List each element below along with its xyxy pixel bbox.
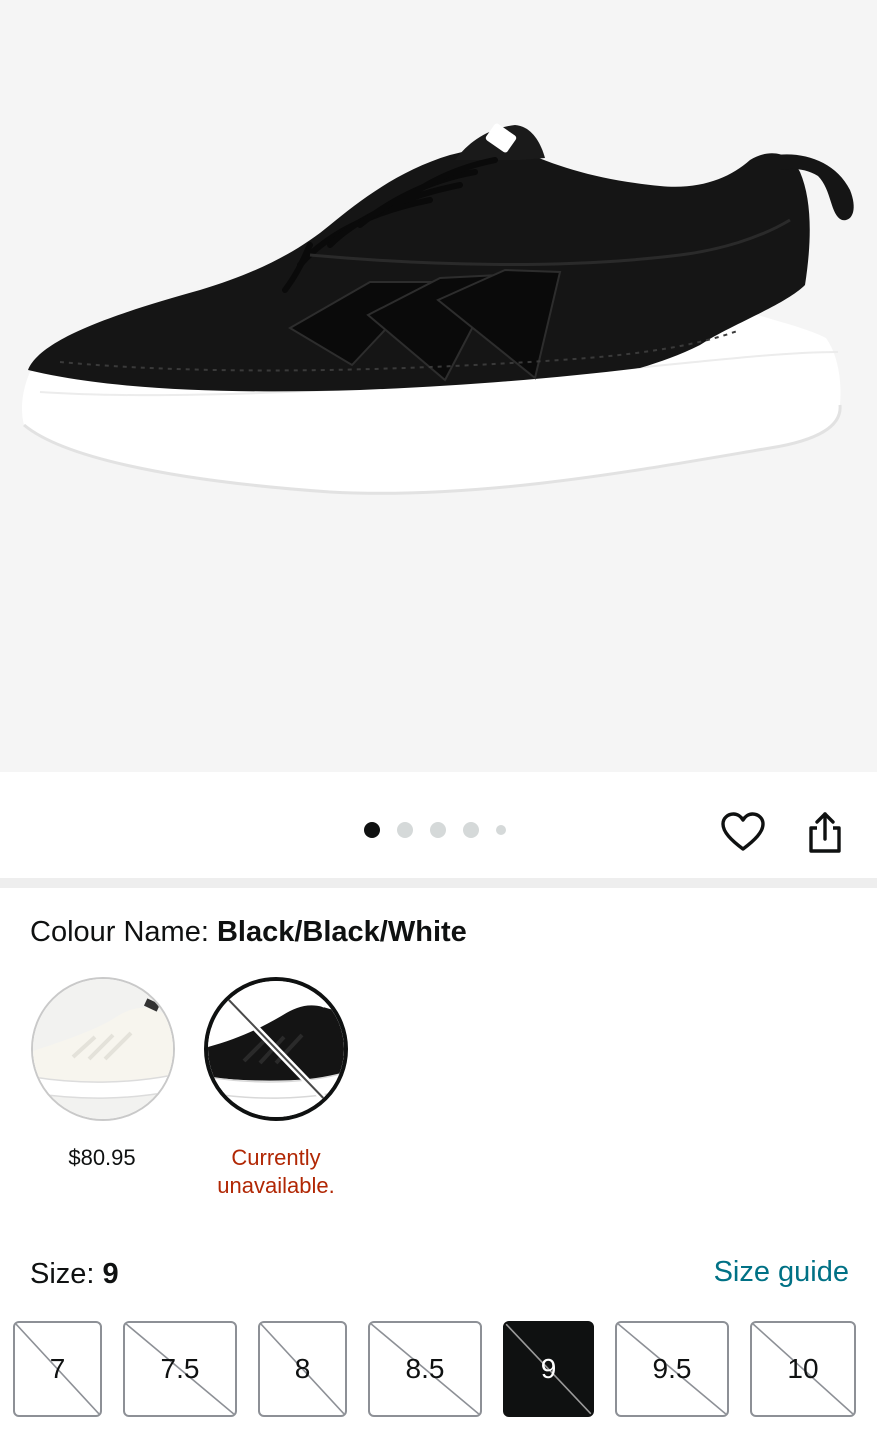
size-option-9-5[interactable]: 9.5 xyxy=(615,1321,729,1417)
colour-swatch-black[interactable] xyxy=(204,977,348,1121)
size-option-7-5[interactable]: 7.5 xyxy=(123,1321,237,1417)
size-guide-link[interactable]: Size guide xyxy=(714,1253,849,1291)
white-shoe-thumbnail xyxy=(33,979,173,1119)
size-option-label: 10 xyxy=(787,1353,819,1384)
pagination-dot[interactable] xyxy=(397,822,413,838)
swatch-unavailable-label: Currently unavailable. xyxy=(217,1145,335,1198)
size-option-label: 9.5 xyxy=(652,1353,692,1384)
size-option-label: 8.5 xyxy=(405,1353,445,1384)
share-icon xyxy=(809,812,841,853)
size-option-8[interactable]: 8 xyxy=(258,1321,347,1417)
size-option-7[interactable]: 7 xyxy=(13,1321,102,1417)
size-option-10[interactable]: 10 xyxy=(750,1321,856,1417)
pagination-dot[interactable] xyxy=(430,822,446,838)
pagination-dot-active[interactable] xyxy=(364,822,380,838)
size-options: 7 7.5 8 8.5 9 9.5 10 xyxy=(13,1321,856,1417)
colour-swatch-white[interactable] xyxy=(31,977,175,1121)
colour-name: Colour Name: Black/Black/White xyxy=(30,913,467,951)
black-shoe-thumbnail xyxy=(208,981,344,1117)
product-image-gallery[interactable] xyxy=(0,0,877,772)
size-option-label: 7.5 xyxy=(160,1353,200,1384)
size-option-label: 9 xyxy=(540,1353,557,1384)
product-image xyxy=(22,123,854,495)
colour-value: Black/Black/White xyxy=(216,916,467,948)
section-divider xyxy=(0,878,877,888)
size-value: 9 xyxy=(102,1258,119,1290)
share-button[interactable] xyxy=(801,808,849,856)
colour-label: Colour Name: xyxy=(30,916,217,948)
heart-icon xyxy=(721,812,765,851)
wishlist-button[interactable] xyxy=(719,808,767,856)
size-option-8-5[interactable]: 8.5 xyxy=(368,1321,482,1417)
size-label: Size: xyxy=(30,1258,103,1290)
size-option-label: 7 xyxy=(49,1353,66,1384)
pagination-dot[interactable] xyxy=(496,825,506,835)
swatch-price: $80.95 xyxy=(68,1145,136,1170)
image-pagination[interactable] xyxy=(364,822,506,838)
size-option-label: 8 xyxy=(294,1353,311,1384)
size-selection: Size: 9 xyxy=(30,1255,119,1293)
size-option-9-selected[interactable]: 9 xyxy=(503,1321,594,1417)
pagination-dot[interactable] xyxy=(463,822,479,838)
